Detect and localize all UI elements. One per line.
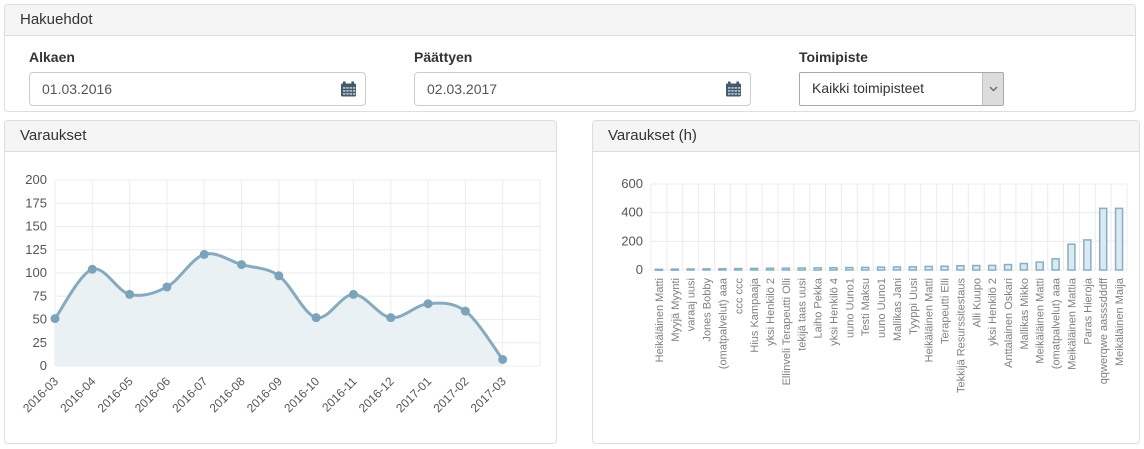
svg-text:Heikäläinen Matti: Heikäläinen Matti xyxy=(924,278,936,362)
svg-text:Meikäläinen Mattia: Meikäläinen Mattia xyxy=(1066,277,1078,370)
reservations-panel: Varaukset 02550751001251501752002016-032… xyxy=(4,120,557,444)
svg-text:(omatpalvelut) aaa: (omatpalvelut) aaa xyxy=(1051,277,1063,369)
svg-text:2017-02: 2017-02 xyxy=(430,374,471,415)
reservations-line-chart: 02550751001251501752002016-032016-042016… xyxy=(5,152,556,444)
svg-text:600: 600 xyxy=(621,176,643,191)
svg-text:Jones Bobby: Jones Bobby xyxy=(702,278,714,342)
svg-text:Tekkijä Resurssitestaus: Tekkijä Resurssitestaus xyxy=(955,278,967,393)
filters-body: Alkaen Pää xyxy=(5,36,1135,106)
reservations-panel-title: Varaukset xyxy=(5,121,556,152)
svg-text:qqwerqwe aasssdddff: qqwerqwe aasssdddff xyxy=(1098,277,1110,384)
svg-text:175: 175 xyxy=(25,195,47,210)
svg-text:varaaj uusi: varaaj uusi xyxy=(686,278,698,331)
start-date-field-group: Alkaen xyxy=(29,49,366,106)
svg-text:0: 0 xyxy=(636,262,643,277)
svg-text:Terapeutti Elli: Terapeutti Elli xyxy=(940,278,952,344)
svg-text:50: 50 xyxy=(33,312,47,327)
end-date-field-group: Päättyen xyxy=(414,49,751,106)
svg-text:2017-03: 2017-03 xyxy=(468,374,509,415)
svg-text:0: 0 xyxy=(40,358,47,373)
svg-text:400: 400 xyxy=(621,205,643,220)
reservation-hours-chart-body: 0 200 400 600 Heikäläinen Matti Myyjä Myynti v… xyxy=(593,152,1139,449)
calendar-icon[interactable] xyxy=(340,81,357,97)
reservation-hours-panel-title: Varaukset (h) xyxy=(593,121,1139,152)
office-select[interactable]: Kaikki toimipisteet xyxy=(799,72,1004,106)
start-date-input[interactable] xyxy=(29,72,366,106)
svg-text:Mallikas Mikko: Mallikas Mikko xyxy=(1019,278,1031,350)
svg-text:2016-03: 2016-03 xyxy=(20,374,61,415)
svg-text:yksi Henkilö 2: yksi Henkilö 2 xyxy=(987,278,999,346)
svg-text:Mallikas Jani: Mallikas Jani xyxy=(892,278,904,341)
svg-text:2016-04: 2016-04 xyxy=(57,374,98,415)
svg-text:2016-10: 2016-10 xyxy=(281,374,322,415)
svg-text:2016-07: 2016-07 xyxy=(169,374,210,415)
svg-text:Testi Maksu: Testi Maksu xyxy=(860,278,872,336)
svg-text:Laiho Pekka: Laiho Pekka xyxy=(813,277,825,338)
svg-text:125: 125 xyxy=(25,242,47,257)
chevron-down-icon xyxy=(982,73,1003,105)
end-date-label: Päättyen xyxy=(414,49,751,65)
svg-text:100: 100 xyxy=(25,265,47,280)
calendar-icon[interactable] xyxy=(725,81,742,97)
svg-text:Myyjä Myynti: Myyjä Myynti xyxy=(670,278,682,342)
svg-text:150: 150 xyxy=(25,219,47,234)
end-date-input[interactable] xyxy=(414,72,751,106)
svg-text:Heikäläinen Matti: Heikäläinen Matti xyxy=(654,278,666,362)
svg-text:Meikäläinen Matti: Meikäläinen Matti xyxy=(1035,278,1047,364)
office-field-group: Toimipiste Kaikki toimipisteet xyxy=(799,49,1004,106)
svg-text:75: 75 xyxy=(33,288,47,303)
svg-text:uuno Uuno1: uuno Uuno1 xyxy=(876,278,888,338)
svg-text:Ellinveli Terapeutti Olli: Ellinveli Terapeutti Olli xyxy=(781,278,793,385)
svg-text:200: 200 xyxy=(25,172,47,187)
search-filters-panel: Hakuehdot Alkaen xyxy=(4,4,1136,112)
reservations-hours-bar-chart: 0 200 400 600 Heikäläinen Matti Myyjä Myynti v… xyxy=(593,152,1139,444)
svg-text:Anttalainen Oskari: Anttalainen Oskari xyxy=(1003,278,1015,368)
reservations-chart-body: 02550751001251501752002016-032016-042016… xyxy=(5,152,556,449)
svg-text:(omatpalvelut) aaa: (omatpalvelut) aaa xyxy=(717,277,729,369)
svg-text:2017-01: 2017-01 xyxy=(393,374,434,415)
svg-text:ccc ccc: ccc ccc xyxy=(733,278,745,315)
svg-text:tekijä taas uusi: tekijä taas uusi xyxy=(797,278,809,351)
filters-panel-title: Hakuehdot xyxy=(5,5,1135,36)
svg-text:2016-05: 2016-05 xyxy=(95,374,136,415)
svg-text:uuno Uuno1: uuno Uuno1 xyxy=(844,278,856,338)
svg-text:yksi Henkilö 4: yksi Henkilö 4 xyxy=(828,278,840,346)
svg-text:200: 200 xyxy=(621,233,643,248)
svg-text:yksi Henkilö 2: yksi Henkilö 2 xyxy=(765,278,777,346)
office-label: Toimipiste xyxy=(799,49,1004,65)
reservation-hours-panel: Varaukset (h) 0 200 400 600 Heikäläinen Matt… xyxy=(592,120,1140,444)
svg-text:25: 25 xyxy=(33,335,47,350)
svg-text:2016-06: 2016-06 xyxy=(132,374,173,415)
svg-text:2016-12: 2016-12 xyxy=(356,374,397,415)
svg-text:Paras Hieroja: Paras Hieroja xyxy=(1082,277,1094,345)
svg-text:Meikäläinen Maija: Meikäläinen Maija xyxy=(1114,277,1126,366)
svg-text:Hius Kampaaja: Hius Kampaaja xyxy=(749,277,761,352)
svg-text:Tyyppi Uusi: Tyyppi Uusi xyxy=(908,278,920,335)
svg-text:2016-11: 2016-11 xyxy=(319,374,360,415)
office-select-value: Kaikki toimipisteet xyxy=(800,73,982,105)
start-date-input-wrap xyxy=(29,72,366,106)
svg-text:2016-09: 2016-09 xyxy=(244,374,285,415)
svg-text:Alli Kuupo: Alli Kuupo xyxy=(971,278,983,328)
start-date-label: Alkaen xyxy=(29,49,366,65)
svg-text:2016-08: 2016-08 xyxy=(207,374,248,415)
end-date-input-wrap xyxy=(414,72,751,106)
